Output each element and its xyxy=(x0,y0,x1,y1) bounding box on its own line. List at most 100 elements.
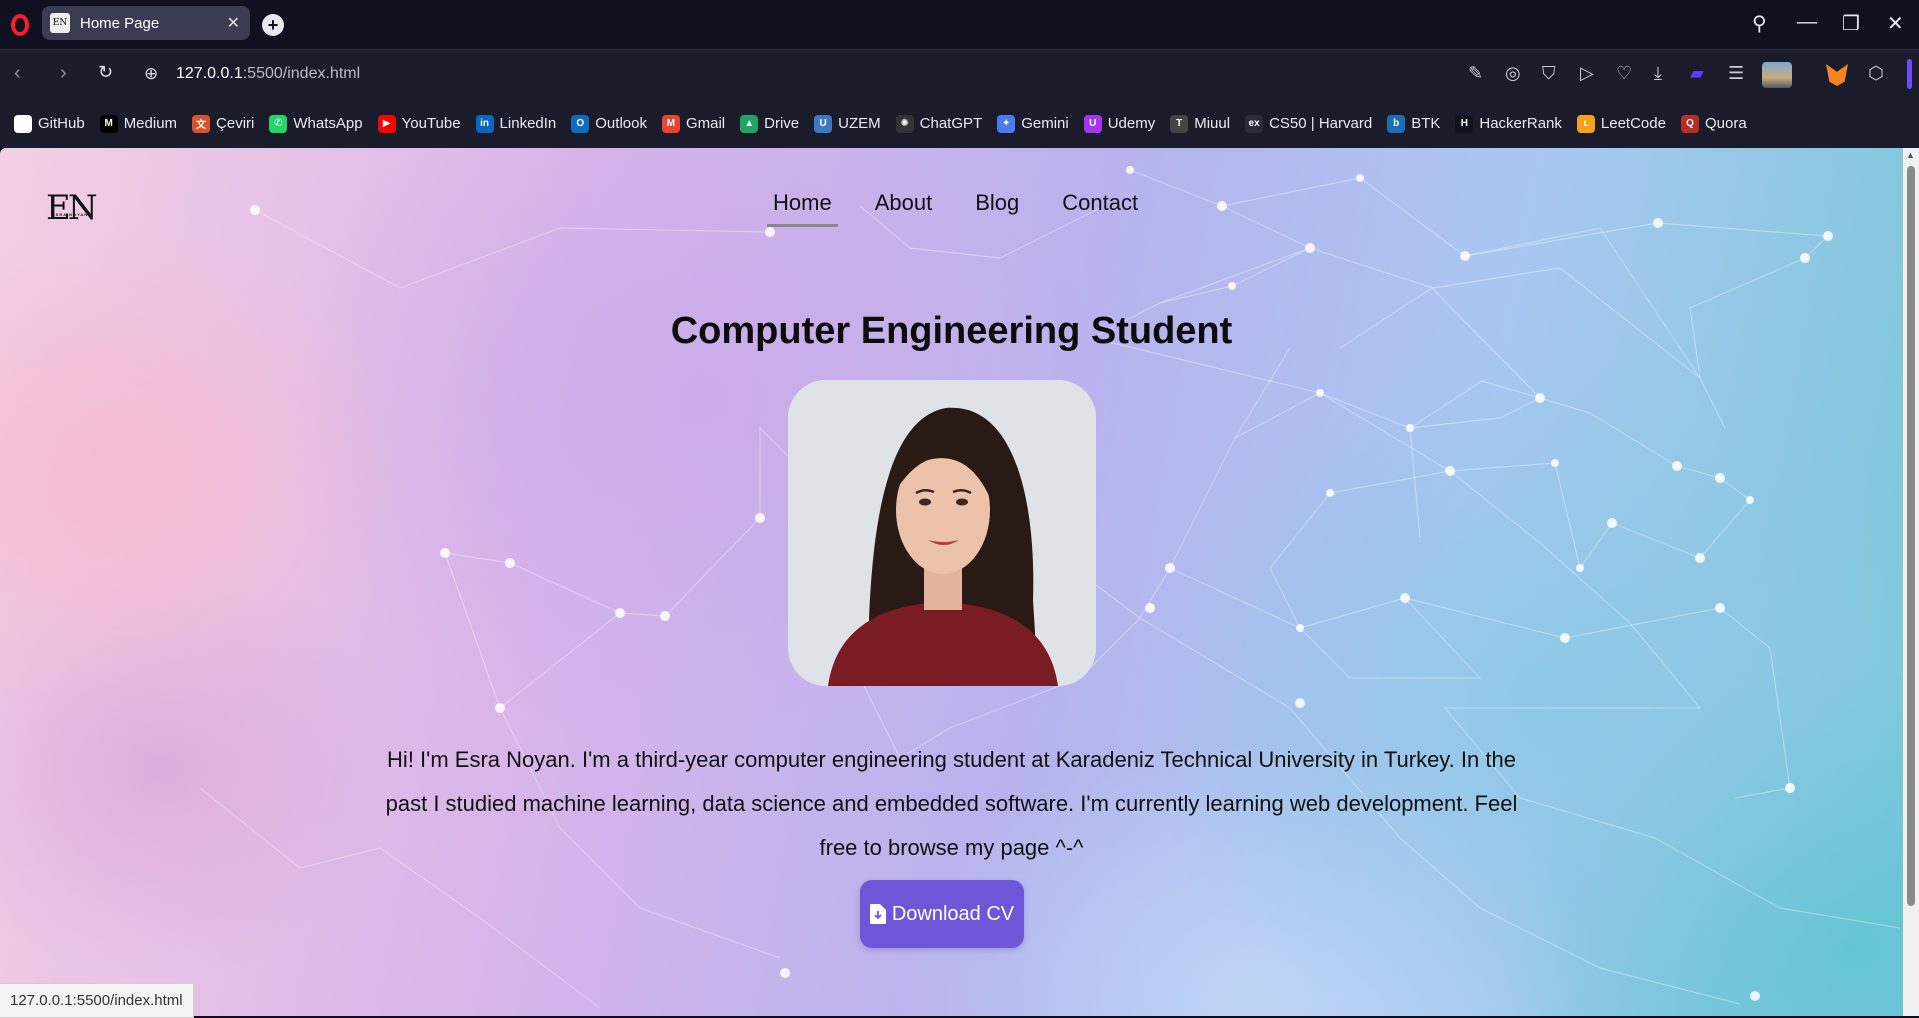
whatsapp-icon: ✆ xyxy=(269,114,288,133)
back-icon[interactable]: ‹ xyxy=(14,62,21,85)
gemini-icon: ✦ xyxy=(997,114,1016,133)
bookmark-label: Gemini xyxy=(1021,115,1069,132)
bookmark-label: YouTube xyxy=(401,115,461,132)
address-bar: ‹ › ↻ ⊕ 127.0.0.1:5500/index.html ✎ ◎ ⛉ … xyxy=(0,49,1919,100)
bookmark-label: CS50 | Harvard xyxy=(1269,115,1373,132)
sidebar-toggle-icon[interactable] xyxy=(1907,59,1912,89)
battery-saver-icon[interactable]: ▰ xyxy=(1690,63,1704,84)
easy-setup-icon[interactable]: ☰ xyxy=(1728,63,1744,84)
heart-icon[interactable]: ♡ xyxy=(1616,63,1632,84)
bookmark-github[interactable]: ◉ GitHub xyxy=(14,114,85,133)
bookmark-btk[interactable]: b BTK xyxy=(1387,114,1440,133)
bookmark-label: Drive xyxy=(764,115,800,132)
bookmark-label: UZEM xyxy=(838,115,881,132)
profile-portrait-image xyxy=(788,380,1096,686)
file-download-icon xyxy=(869,904,886,924)
bookmark-label: WhatsApp xyxy=(293,115,363,132)
nav-contact[interactable]: Contact xyxy=(1056,190,1144,227)
bookmark--eviri[interactable]: 文 Çeviri xyxy=(192,114,255,133)
edit-page-icon[interactable]: ✎ xyxy=(1468,63,1483,84)
udemy-icon: U xyxy=(1083,114,1102,133)
bookmark-miuul[interactable]: T Miuul xyxy=(1170,114,1231,133)
linkedin-icon: in xyxy=(475,114,494,133)
nav-blog[interactable]: Blog xyxy=(969,190,1025,227)
url-field[interactable]: 127.0.0.1:5500/index.html xyxy=(176,65,360,83)
opera-logo-icon[interactable] xyxy=(11,13,29,36)
extensions-cube-icon[interactable]: ⬡ xyxy=(1868,63,1884,84)
bookmark-drive[interactable]: ▲ Drive xyxy=(740,114,800,133)
bookmark-outlook[interactable]: O Outlook xyxy=(571,114,647,133)
github-icon: ◉ xyxy=(14,114,32,133)
bookmark-label: Udemy xyxy=(1107,115,1156,132)
bookmark-whatsapp[interactable]: ✆ WhatsApp xyxy=(269,114,363,133)
bookmark-chatgpt[interactable]: ✺ ChatGPT xyxy=(895,114,983,133)
leetcode-icon: ʟ xyxy=(1576,114,1595,133)
profile-avatar[interactable] xyxy=(1762,62,1792,88)
hackerrank-icon: H xyxy=(1455,114,1474,133)
download-cv-button[interactable]: Download CV xyxy=(860,880,1024,948)
reload-icon[interactable]: ↻ xyxy=(98,62,113,83)
miuul-icon: T xyxy=(1170,114,1189,133)
bookmark-label: ChatGPT xyxy=(919,115,983,132)
bookmarks-bar: ◉ GitHub M Medium 文 Çeviri ✆ WhatsApp ▶ YouTube in… xyxy=(0,99,1919,148)
metamask-icon[interactable] xyxy=(1826,64,1848,86)
uzem-icon: U xyxy=(814,114,833,133)
download-icon[interactable]: ⤓ xyxy=(1654,63,1662,84)
bookmark-quora[interactable]: Q Quora xyxy=(1680,114,1747,133)
site-favicon-icon: EN xyxy=(50,13,70,33)
site-logo[interactable]: EN ESRA NOYAN xyxy=(46,188,98,228)
close-tab-icon[interactable]: ✕ xyxy=(227,13,240,33)
page-viewport: EN ESRA NOYAN Home About Blog Contact Compu… xyxy=(0,148,1903,1016)
bookmark-gemini[interactable]: ✦ Gemini xyxy=(997,114,1069,133)
bookmark-label: Quora xyxy=(1704,115,1747,132)
chatgpt-icon: ✺ xyxy=(895,114,914,133)
search-tabs-icon[interactable]: ⚲ xyxy=(1752,11,1767,36)
translate-icon: 文 xyxy=(192,114,211,133)
gmail-icon: M xyxy=(661,114,680,133)
bookmark-label: Çeviri xyxy=(216,115,255,132)
scrollbar-thumb[interactable] xyxy=(1907,166,1915,906)
browser-tab-active[interactable]: EN Home Page ✕ xyxy=(42,6,250,40)
edx-icon: ex xyxy=(1245,114,1264,133)
restore-button[interactable]: ❐ xyxy=(1842,11,1860,36)
bookmark-linkedin[interactable]: in LinkedIn xyxy=(475,114,557,133)
bookmark-label: Medium xyxy=(123,115,178,132)
bookmark-label: HackerRank xyxy=(1479,115,1562,132)
forward-icon[interactable]: › xyxy=(60,62,67,85)
bio-paragraph: Hi! I'm Esra Noyan. I'm a third-year com… xyxy=(385,747,1518,860)
shield-icon[interactable]: ⛉ xyxy=(1542,63,1556,84)
bookmark-uzem[interactable]: U UZEM xyxy=(814,114,881,133)
site-logo-text: EN xyxy=(46,188,98,228)
page-scrollbar[interactable]: ▲ xyxy=(1903,148,1919,1016)
site-navigation: Home About Blog Contact xyxy=(767,190,1144,227)
bookmark-medium[interactable]: M Medium xyxy=(99,114,178,133)
browser-tabbar: EN Home Page ✕ + ⚲ — ❐ ✕ xyxy=(0,0,1919,49)
download-cv-label: Download CV xyxy=(891,902,1015,925)
new-tab-button[interactable]: + xyxy=(262,14,284,36)
bookmark-label: Miuul xyxy=(1194,115,1231,132)
play-icon[interactable]: ▷ xyxy=(1580,63,1594,84)
status-url-bar: 127.0.0.1:5500/index.html xyxy=(0,983,194,1018)
bookmark-leetcode[interactable]: ʟ LeetCode xyxy=(1576,114,1666,133)
bookmark-label: LinkedIn xyxy=(499,115,557,132)
scroll-up-icon[interactable]: ▲ xyxy=(1906,150,1915,160)
nav-home[interactable]: Home xyxy=(767,190,838,227)
site-logo-subtext: ESRA NOYAN xyxy=(52,212,89,217)
bookmark-label: Gmail xyxy=(685,115,726,132)
bookmark-label: LeetCode xyxy=(1600,115,1666,132)
bookmark-youtube[interactable]: ▶ YouTube xyxy=(377,114,461,133)
snapshot-icon[interactable]: ◎ xyxy=(1505,63,1521,84)
bookmark-label: Outlook xyxy=(595,115,647,132)
globe-icon[interactable]: ⊕ xyxy=(144,64,158,84)
bookmark-hackerrank[interactable]: H HackerRank xyxy=(1455,114,1562,133)
minimize-button[interactable]: — xyxy=(1797,11,1817,34)
btk-icon: b xyxy=(1387,114,1406,133)
bookmark-udemy[interactable]: U Udemy xyxy=(1083,114,1156,133)
page-headline: Computer Engineering Student xyxy=(670,310,1233,352)
nav-about[interactable]: About xyxy=(869,190,939,227)
url-host: 127.0.0.1 xyxy=(176,65,243,82)
outlook-icon: O xyxy=(571,114,590,133)
bookmark-gmail[interactable]: M Gmail xyxy=(661,114,726,133)
close-window-button[interactable]: ✕ xyxy=(1887,11,1904,36)
bookmark-cs50-harvard[interactable]: ex CS50 | Harvard xyxy=(1245,114,1373,133)
